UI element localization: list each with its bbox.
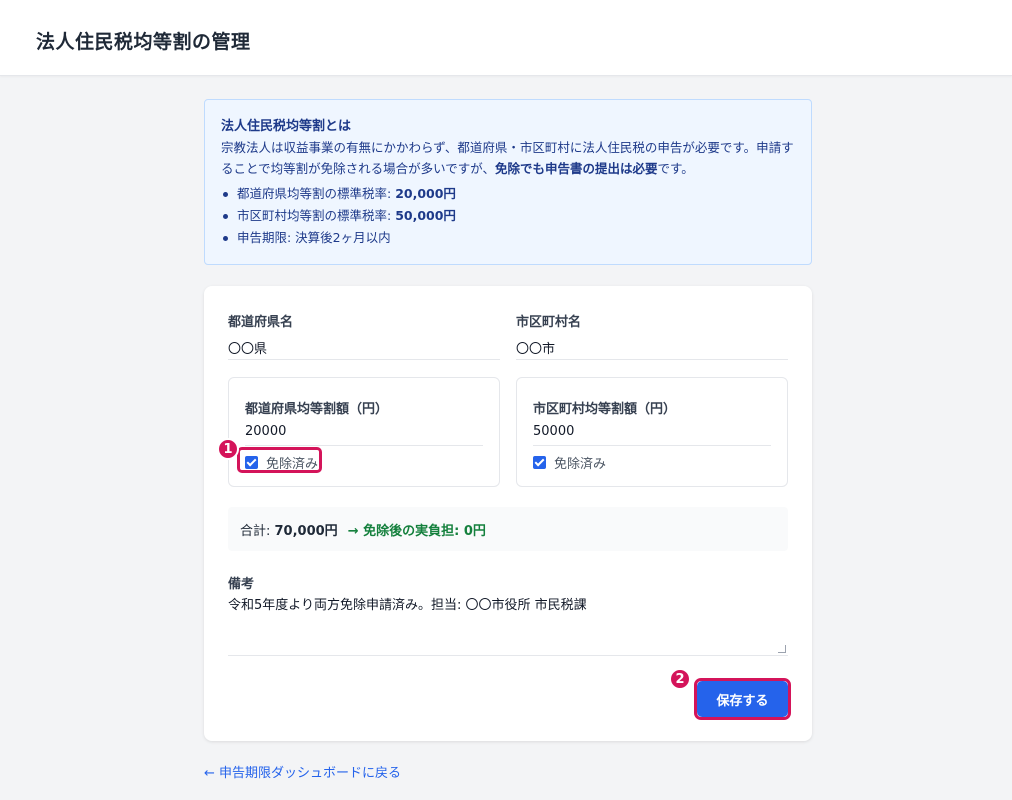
prefecture-amount-input[interactable]: 20000: [245, 424, 483, 446]
info-list-item: 市区町村均等割の標準税率: 50,000円: [221, 205, 795, 227]
total-value: 70,000円: [274, 524, 338, 539]
notes-label: 備考: [228, 577, 255, 592]
step2-badge: 2: [669, 668, 691, 690]
info-box: 法人住民税均等割とは 宗教法人は収益事業の有無にかかわらず、都道府県・市区町村に…: [204, 99, 812, 265]
back-to-dashboard-link[interactable]: ← 申告期限ダッシュボードに戻る: [204, 762, 401, 781]
total-label: 合計:: [240, 524, 275, 539]
prefecture-input[interactable]: 〇〇県: [228, 338, 500, 360]
city-label: 市区町村名: [516, 315, 582, 330]
notes-text: 令和5年度より両方免除申請済み。担当: 〇〇市役所 市民税課: [228, 598, 587, 613]
city-amount-box: 市区町村均等割額（円） 50000 免除済み: [516, 377, 788, 487]
info-item-label: 市区町村均等割の標準税率:: [237, 208, 396, 223]
step1-highlight: [237, 447, 322, 473]
info-body-emphasis: 免除でも申告書の提出は必要: [495, 161, 658, 176]
info-item-label: 申告期限: 決算後2ヶ月以内: [237, 230, 391, 245]
info-item-label: 都道府県均等割の標準税率:: [237, 186, 396, 201]
prefecture-label: 都道府県名: [228, 315, 294, 330]
city-amount-input[interactable]: 50000: [533, 424, 771, 446]
info-item-value: 20,000円: [395, 186, 456, 201]
form-card: 都道府県名 〇〇県 市区町村名 〇〇市 都道府県均等割額（円） 20000 免除…: [204, 286, 812, 741]
notes-textarea[interactable]: 令和5年度より両方免除申請済み。担当: 〇〇市役所 市民税課: [228, 594, 788, 656]
prefecture-amount-label: 都道府県均等割額（円）: [245, 402, 389, 417]
info-title: 法人住民税均等割とは: [221, 119, 352, 134]
total-summary: 合計: 70,000円 → 免除後の実負担: 0円: [228, 507, 788, 551]
info-body: 宗教法人は収益事業の有無にかかわらず、都道府県・市区町村に法人住民税の申告が必要…: [221, 137, 795, 179]
info-list: 都道府県均等割の標準税率: 20,000円 市区町村均等割の標準税率: 50,0…: [221, 183, 795, 249]
city-amount-label: 市区町村均等割額（円）: [533, 402, 677, 417]
city-exempt-label[interactable]: 免除済み: [554, 453, 606, 472]
step1-badge: 1: [217, 438, 239, 460]
info-item-value: 50,000円: [395, 208, 456, 223]
page-header: 法人住民税均等割の管理: [0, 0, 1012, 76]
info-list-item: 申告期限: 決算後2ヶ月以内: [221, 227, 795, 249]
resize-handle-icon[interactable]: [778, 645, 786, 653]
city-input[interactable]: 〇〇市: [516, 338, 788, 360]
info-list-item: 都道府県均等割の標準税率: 20,000円: [221, 183, 795, 205]
net-burden: → 免除後の実負担: 0円: [347, 524, 486, 539]
step2-highlight: [694, 678, 791, 720]
page-title: 法人住民税均等割の管理: [36, 31, 251, 53]
info-body-text-end: です。: [657, 161, 694, 176]
city-exempt-checkbox[interactable]: 免除済み: [533, 453, 606, 472]
checkbox-checked-icon[interactable]: [533, 456, 546, 469]
